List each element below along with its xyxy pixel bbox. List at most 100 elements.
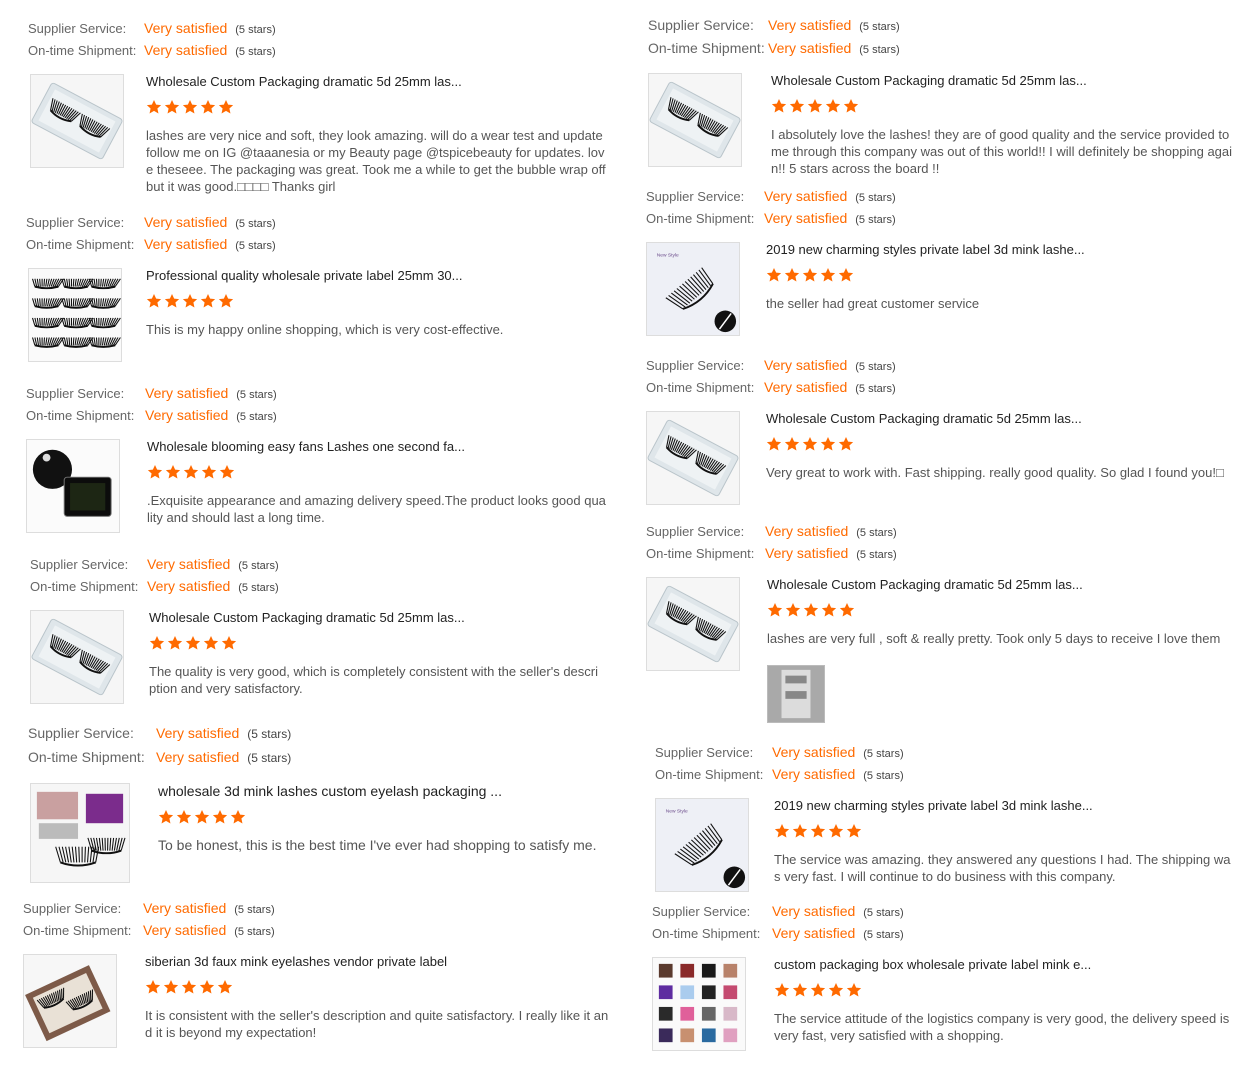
on-time-shipment-row: On-time Shipment: Very satisfied (5 star… <box>646 545 1251 567</box>
review-comment: I absolutely love the lashes! they are o… <box>771 127 1233 176</box>
star-icon <box>221 635 237 651</box>
on-time-shipment-value: Very satisfied <box>147 578 231 594</box>
review-comment: It is consistent with the seller's descr… <box>145 1008 609 1040</box>
star-rating <box>766 436 1236 454</box>
product-block: Wholesale blooming easy fans Lashes one … <box>26 439 606 539</box>
star-icon <box>839 602 855 618</box>
supplier-service-value: Very satisfied <box>764 357 848 373</box>
supplier-service-stars: (5 stars) <box>863 748 904 760</box>
svg-text:New Style: New Style <box>657 253 679 259</box>
star-rating <box>146 293 606 311</box>
product-title[interactable]: Wholesale Custom Packaging dramatic 5d 2… <box>766 411 1236 426</box>
star-icon <box>182 99 198 115</box>
review-photo[interactable] <box>767 665 825 723</box>
product-title[interactable]: custom packaging box wholesale private l… <box>774 957 1236 972</box>
on-time-shipment-label: On-time Shipment: <box>30 579 139 594</box>
supplier-service-label: Supplier Service: <box>648 17 754 33</box>
product-title[interactable]: wholesale 3d mink lashes custom eyelash … <box>158 783 613 799</box>
supplier-service-stars: (5 stars) <box>235 218 276 230</box>
review-card: Supplier Service: Very satisfied (5 star… <box>26 214 606 368</box>
product-title[interactable]: 2019 new charming styles private label 3… <box>766 242 1236 257</box>
star-icon <box>838 436 854 452</box>
supplier-service-label: Supplier Service: <box>655 745 754 760</box>
on-time-shipment-row: On-time Shipment: Very satisfied (5 star… <box>648 40 1253 63</box>
supplier-service-value: Very satisfied <box>765 523 849 539</box>
product-block: Wholesale Custom Packaging dramatic 5d 2… <box>646 577 1251 747</box>
star-icon <box>784 436 800 452</box>
product-title[interactable]: Wholesale Custom Packaging dramatic 5d 2… <box>146 74 606 89</box>
supplier-service-stars: (5 stars) <box>859 21 900 33</box>
product-block: Wholesale Custom Packaging dramatic 5d 2… <box>28 74 608 194</box>
on-time-shipment-stars: (5 stars) <box>236 411 277 423</box>
lash-box-icon[interactable] <box>648 73 742 167</box>
review-card: Supplier Service: Very satisfied (5 star… <box>30 556 610 710</box>
review-card: Supplier Service: Very satisfied (5 star… <box>646 357 1251 511</box>
supplier-service-row: Supplier Service: Very satisfied (5 star… <box>26 214 606 236</box>
supplier-service-stars: (5 stars) <box>855 192 896 204</box>
on-time-shipment-label: On-time Shipment: <box>23 923 132 938</box>
star-icon <box>217 979 233 995</box>
supplier-service-value: Very satisfied <box>143 900 227 916</box>
lash-tray-icon[interactable] <box>26 439 120 533</box>
star-icon <box>201 464 217 480</box>
lash-box-icon[interactable] <box>30 74 124 168</box>
supplier-service-row: Supplier Service: Very satisfied (5 star… <box>26 385 606 407</box>
star-icon <box>147 464 163 480</box>
review-card: Supplier Service: Very satisfied (5 star… <box>652 903 1257 1057</box>
single-lash-icon[interactable]: New Style <box>646 242 740 336</box>
on-time-shipment-stars: (5 stars) <box>855 383 896 395</box>
lash-box-icon[interactable] <box>646 577 740 671</box>
review-info: Wholesale Custom Packaging dramatic 5d 2… <box>766 411 1236 481</box>
star-icon <box>820 436 836 452</box>
review-card: Supplier Service: Very satisfied (5 star… <box>26 385 606 539</box>
review-comment: the seller had great customer service <box>766 296 980 311</box>
lash-box-icon[interactable] <box>646 411 740 505</box>
supplier-service-label: Supplier Service: <box>26 386 125 401</box>
star-icon <box>181 979 197 995</box>
star-icon <box>828 823 844 839</box>
product-title[interactable]: Wholesale blooming easy fans Lashes one … <box>147 439 607 454</box>
on-time-shipment-row: On-time Shipment: Very satisfied (5 star… <box>652 925 1257 947</box>
supplier-service-label: Supplier Service: <box>26 215 125 230</box>
product-title[interactable]: Professional quality wholesale private l… <box>146 268 606 283</box>
product-title[interactable]: siberian 3d faux mink eyelashes vendor p… <box>145 954 615 969</box>
star-icon <box>774 982 790 998</box>
star-icon <box>825 98 841 114</box>
on-time-shipment-value: Very satisfied <box>144 42 228 58</box>
product-block: custom packaging box wholesale private l… <box>652 957 1257 1057</box>
on-time-shipment-value: Very satisfied <box>764 210 848 226</box>
lash-box-icon[interactable] <box>30 610 124 704</box>
product-title[interactable]: Wholesale Custom Packaging dramatic 5d 2… <box>767 577 1237 592</box>
product-block: New Style 2019 new charming styles priva… <box>646 242 1251 342</box>
star-icon <box>182 293 198 309</box>
star-icon <box>230 809 246 825</box>
product-block: Wholesale Custom Packaging dramatic 5d 2… <box>646 411 1251 511</box>
on-time-shipment-value: Very satisfied <box>765 545 849 561</box>
star-icon <box>149 635 165 651</box>
single-lash-icon[interactable]: New Style <box>655 798 749 892</box>
supplier-service-row: Supplier Service: Very satisfied (5 star… <box>28 725 618 749</box>
supplier-service-row: Supplier Service: Very satisfied (5 star… <box>28 20 608 42</box>
star-icon <box>807 98 823 114</box>
review-info: Wholesale Custom Packaging dramatic 5d 2… <box>767 577 1237 647</box>
on-time-shipment-value: Very satisfied <box>145 407 229 423</box>
product-title[interactable]: Wholesale Custom Packaging dramatic 5d 2… <box>771 73 1241 88</box>
lash-vendor-box-icon[interactable] <box>23 954 117 1048</box>
star-rating <box>147 464 607 482</box>
svg-text:New Style: New Style <box>666 809 688 815</box>
lash-collection-icon[interactable] <box>28 268 122 362</box>
star-icon <box>821 602 837 618</box>
on-time-shipment-label: On-time Shipment: <box>652 926 761 941</box>
product-title[interactable]: Wholesale Custom Packaging dramatic 5d 2… <box>149 610 605 625</box>
supplier-service-value: Very satisfied <box>764 188 848 204</box>
star-icon <box>803 602 819 618</box>
review-comment: lashes are very full , soft & really pre… <box>767 631 1221 646</box>
on-time-shipment-label: On-time Shipment: <box>648 40 765 56</box>
lash-packaging-icon[interactable] <box>30 783 130 883</box>
star-icon <box>828 982 844 998</box>
star-icon <box>200 293 216 309</box>
supplier-service-stars: (5 stars) <box>855 361 896 373</box>
packaging-grid-icon[interactable] <box>652 957 746 1051</box>
product-title[interactable]: 2019 new charming styles private label 3… <box>774 798 1234 813</box>
supplier-service-stars: (5 stars) <box>235 24 276 36</box>
